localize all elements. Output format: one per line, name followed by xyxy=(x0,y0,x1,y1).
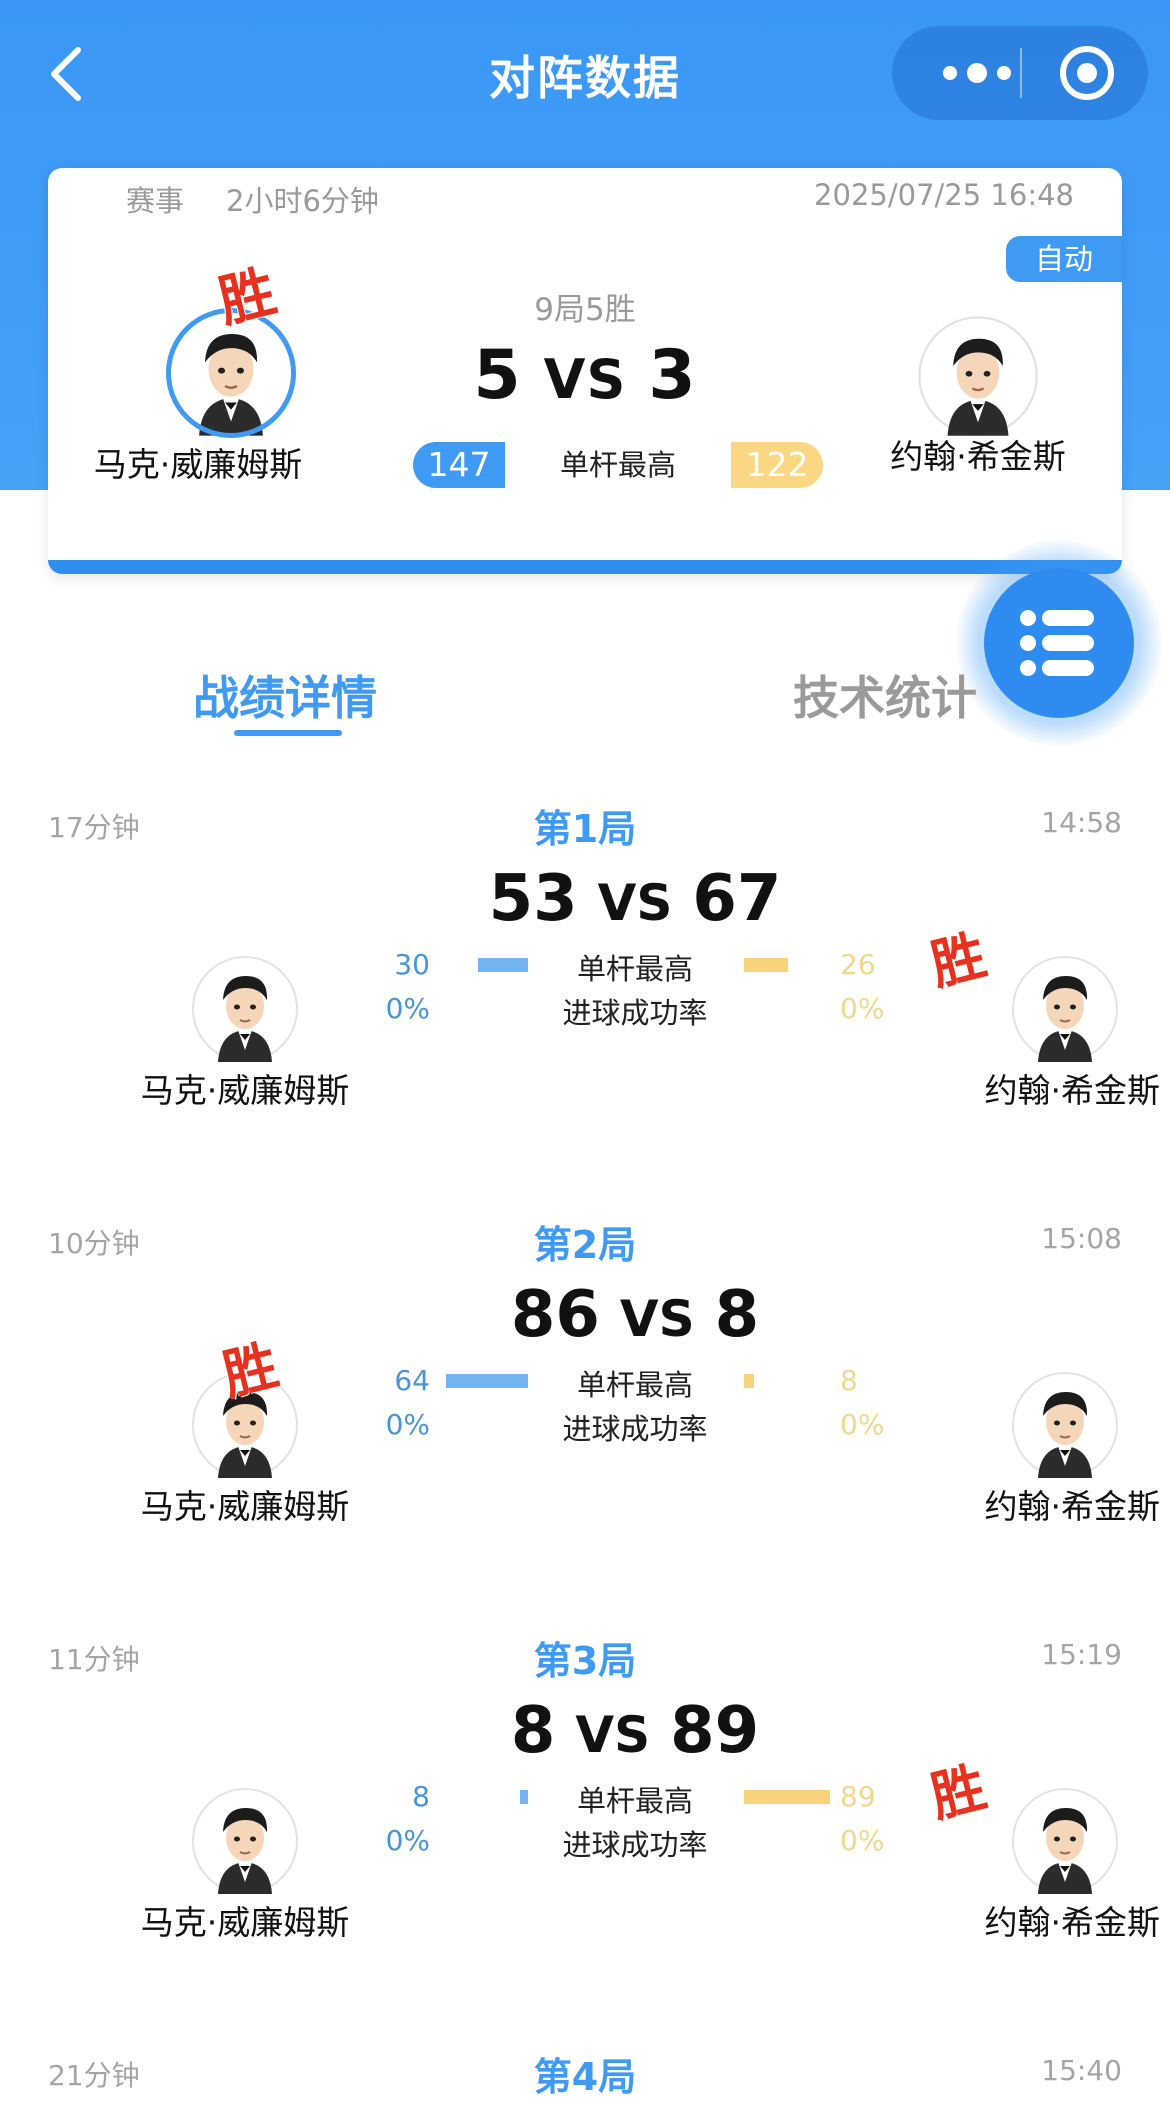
frame-title: 第2局 xyxy=(533,1223,637,1267)
frame-time: 15:19 xyxy=(1041,1638,1122,1671)
avatar[interactable] xyxy=(916,314,1040,438)
frame-time: 15:40 xyxy=(1041,2054,1122,2087)
active-tab-indicator xyxy=(234,730,342,736)
frame-title: 第4局 xyxy=(533,2055,637,2099)
auto-badge[interactable]: 自动 xyxy=(1006,236,1122,282)
frame-card[interactable]: 11分钟 第3局 15:19 8 VS 89 8 单杆最高 89 0% 进球成功率 … xyxy=(0,1638,1170,2054)
frame-card[interactable]: 21分钟 第4局 15:40 xyxy=(0,2054,1170,2126)
frame-highest-break-left: 30 xyxy=(394,948,430,981)
close-mini-program-button[interactable] xyxy=(1058,44,1116,102)
player-avatar-icon xyxy=(1012,1372,1118,1478)
player-avatar-icon xyxy=(918,316,1038,436)
avatar[interactable] xyxy=(190,954,300,1064)
player2-name: 约翰·希金斯 xyxy=(984,1487,1161,1526)
player-avatar-icon xyxy=(192,956,298,1062)
event-label: 赛事 xyxy=(126,184,185,218)
highest-break-bar-left xyxy=(446,1374,528,1388)
frame-score-left: 53 xyxy=(488,862,578,936)
frame-pot-rate-left: 0% xyxy=(385,1824,430,1857)
player1-name: 马克·威廉姆斯 xyxy=(140,1071,350,1110)
pot-success-rate-label: 进球成功率 xyxy=(562,1412,708,1446)
highest-break-bar-right xyxy=(744,1374,754,1388)
frame-card[interactable]: 10分钟 第2局 15:08 86 VS 8 64 单杆最高 8 0% 进球成功率 … xyxy=(0,1222,1170,1638)
player1-name: 马克·威廉姆斯 xyxy=(140,1487,350,1526)
card-bottom-bar xyxy=(48,560,1122,574)
avatar[interactable] xyxy=(1010,1786,1120,1896)
tab-stats[interactable]: 技术统计 xyxy=(740,662,1030,728)
player-avatar-icon xyxy=(1012,956,1118,1062)
frame-score-right: 8 xyxy=(714,1278,760,1352)
frame-highest-break-right: 8 xyxy=(840,1364,858,1397)
match-datetime: 2025/07/25 16:48 xyxy=(814,178,1074,212)
player1-name: 马克·威廉姆斯 xyxy=(140,1903,350,1942)
mini-program-capsule xyxy=(892,26,1148,120)
pot-success-rate-label: 进球成功率 xyxy=(562,1828,708,1862)
frame-pot-rate-left: 0% xyxy=(385,992,430,1025)
frame-card[interactable]: 17分钟 第1局 14:58 53 VS 67 30 单杆最高 26 0% 进球成功… xyxy=(0,806,1170,1222)
player-avatar-icon xyxy=(192,1788,298,1894)
match-summary-card: 赛事 2小时6分钟 2025/07/25 16:48 自动 9局5胜 5 VS 3 … xyxy=(48,168,1122,574)
frame-score-right: 67 xyxy=(692,862,782,936)
frame-pot-rate-right: 0% xyxy=(840,1408,885,1441)
highest-break-left: 147 xyxy=(413,442,505,488)
vs-label: VS xyxy=(597,874,673,932)
frame-highest-break-right: 89 xyxy=(840,1780,876,1813)
avatar[interactable] xyxy=(1010,1370,1120,1480)
vs-label: VS xyxy=(543,348,627,411)
pot-success-rate-label: 进球成功率 xyxy=(562,996,708,1030)
frame-score: 8 VS 89 xyxy=(0,1694,1170,1768)
highest-break-bar-right xyxy=(744,958,788,972)
tab-record[interactable]: 战绩详情 xyxy=(140,662,430,728)
avatar[interactable] xyxy=(190,1786,300,1896)
highest-break-right: 122 xyxy=(731,442,823,488)
frame-pot-rate-left: 0% xyxy=(385,1408,430,1441)
player2-name: 约翰·希金斯 xyxy=(984,1071,1161,1110)
more-dots-icon xyxy=(943,63,1011,83)
highest-break-bar-left xyxy=(520,1790,528,1804)
more-button[interactable] xyxy=(932,51,1022,95)
frame-title: 第3局 xyxy=(533,1639,637,1683)
match-duration: 2小时6分钟 xyxy=(226,184,379,218)
frame-time: 15:08 xyxy=(1041,1222,1122,1255)
frame-title: 第1局 xyxy=(533,807,637,851)
highest-break-label: 单杆最高 xyxy=(576,1368,693,1402)
avatar[interactable] xyxy=(1010,954,1120,1064)
frame-highest-break-left: 8 xyxy=(412,1780,430,1813)
player1-name: 马克·威廉姆斯 xyxy=(93,445,303,484)
frame-score-left: 8 xyxy=(510,1694,556,1768)
frame-pot-rate-right: 0% xyxy=(840,1824,885,1857)
highest-break-label: 单杆最高 xyxy=(559,448,676,482)
score-left: 5 xyxy=(473,336,522,415)
frame-score-right: 89 xyxy=(670,1694,760,1768)
frame-score: 86 VS 8 xyxy=(0,1278,1170,1352)
frame-time: 14:58 xyxy=(1041,806,1122,839)
frame-pot-rate-right: 0% xyxy=(840,992,885,1025)
score-right: 3 xyxy=(648,336,697,415)
frame-score: 53 VS 67 xyxy=(0,862,1170,936)
player2-name: 约翰·希金斯 xyxy=(890,437,1066,476)
target-icon xyxy=(1060,46,1114,100)
highest-break-bar-right xyxy=(744,1790,830,1804)
player-avatar-icon xyxy=(1012,1788,1118,1894)
highest-break-row: 147 单杆最高 122 xyxy=(413,442,823,488)
highest-break-label: 单杆最高 xyxy=(576,952,693,986)
vs-label: VS xyxy=(575,1706,651,1764)
vs-label: VS xyxy=(619,1290,695,1348)
frame-highest-break-right: 26 xyxy=(840,948,876,981)
capsule-divider xyxy=(1020,48,1022,98)
frame-highest-break-left: 64 xyxy=(394,1364,430,1397)
highest-break-bar-left xyxy=(478,958,528,972)
player2-name: 约翰·希金斯 xyxy=(984,1903,1161,1942)
highest-break-label: 单杆最高 xyxy=(576,1784,693,1818)
frame-score-left: 86 xyxy=(510,1278,600,1352)
